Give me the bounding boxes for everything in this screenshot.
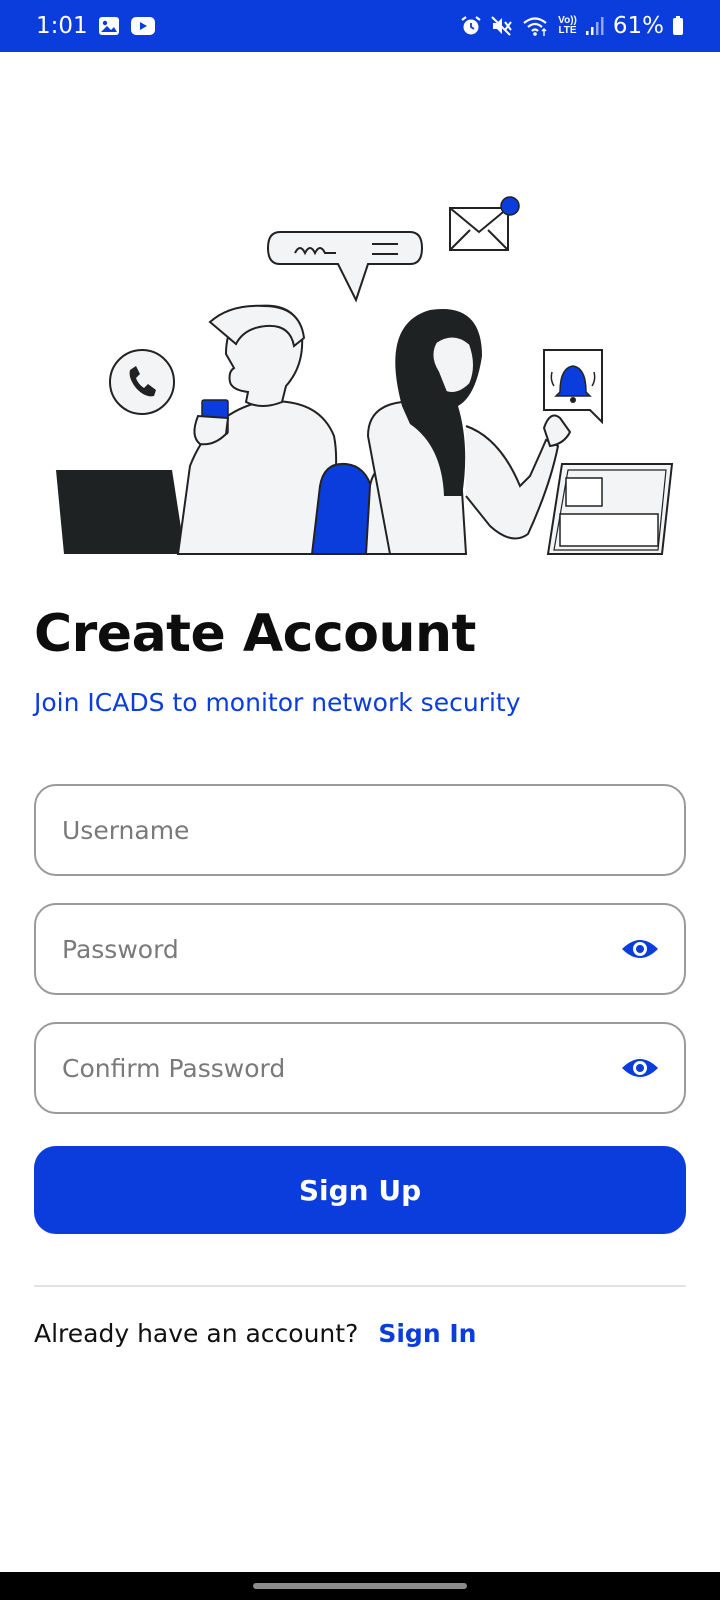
sign-in-link[interactable]: Sign In xyxy=(378,1319,476,1348)
status-bar-left: 1:01 xyxy=(36,13,156,39)
divider xyxy=(34,1285,686,1287)
bell-notification-icon xyxy=(543,349,603,425)
two-people-messaging-illustration xyxy=(50,196,690,564)
status-time: 1:01 xyxy=(36,13,88,39)
username-field-container[interactable] xyxy=(34,784,686,876)
youtube-icon xyxy=(130,16,156,36)
tablet-right-icon xyxy=(546,463,674,555)
password-input[interactable] xyxy=(62,934,620,964)
mute-icon xyxy=(490,15,514,37)
page-subtitle: Join ICADS to monitor network security xyxy=(34,688,521,717)
laptop-left-icon xyxy=(56,470,185,554)
sign-in-prompt: Already have an account? xyxy=(34,1319,359,1348)
speech-bubble-icon xyxy=(266,231,424,303)
sign-up-button[interactable]: Sign Up xyxy=(34,1146,686,1234)
volte-icon: Vo)) LTE xyxy=(558,15,577,36)
username-input[interactable] xyxy=(62,815,660,845)
system-navigation-bar xyxy=(0,1572,720,1600)
eye-icon[interactable] xyxy=(620,1048,660,1088)
wifi-icon xyxy=(522,15,550,37)
woman-figure xyxy=(366,308,572,555)
battery-icon xyxy=(672,15,684,37)
illustration-svg xyxy=(56,196,674,555)
home-indicator[interactable] xyxy=(253,1583,467,1589)
gallery-icon xyxy=(98,16,120,36)
status-bar: 1:01 Vo)) LTE 61% xyxy=(0,0,720,52)
battery-percent: 61% xyxy=(612,13,664,39)
signal-icon xyxy=(585,15,605,37)
sign-in-row: Already have an account? Sign In xyxy=(34,1319,476,1348)
envelope-icon xyxy=(449,196,520,251)
confirm-password-input[interactable] xyxy=(62,1053,620,1083)
password-field-container[interactable] xyxy=(34,903,686,995)
alarm-icon xyxy=(460,15,482,37)
page-title: Create Account xyxy=(34,604,476,664)
phone-call-icon xyxy=(109,349,175,415)
confirm-password-field-container[interactable] xyxy=(34,1022,686,1114)
status-bar-right: Vo)) LTE 61% xyxy=(460,13,684,39)
man-figure xyxy=(176,304,338,555)
eye-icon[interactable] xyxy=(620,929,660,969)
